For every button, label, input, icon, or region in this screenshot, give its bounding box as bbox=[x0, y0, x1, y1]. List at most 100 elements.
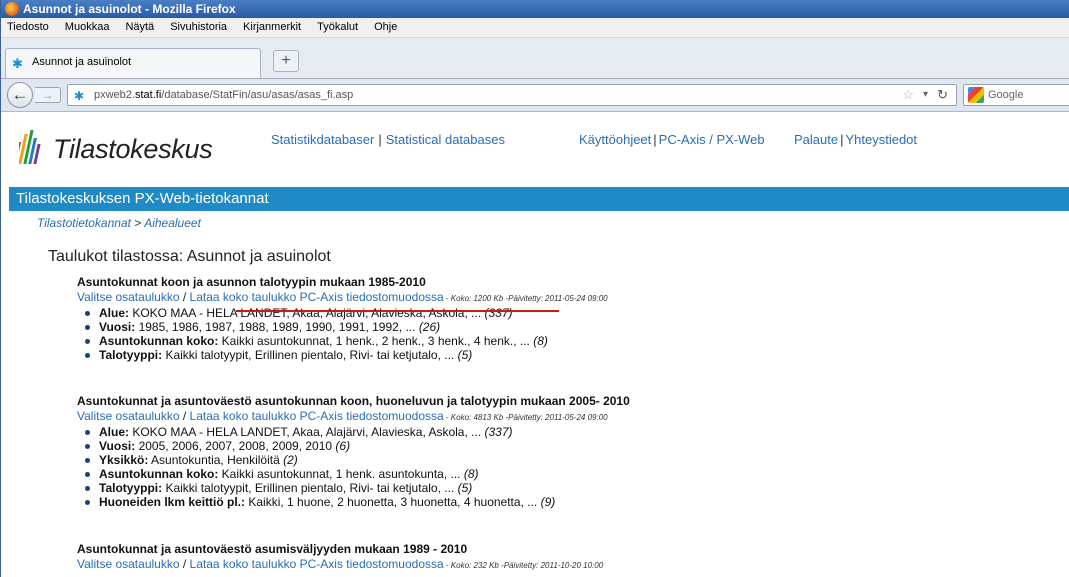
breadcrumb-aihealueet[interactable]: Aihealueet bbox=[144, 216, 201, 230]
item-text: Asuntokuntia, Henkilöitä bbox=[148, 453, 284, 467]
download-pcaxis-link[interactable]: Lataa koko taulukko PC-Axis tiedostomuod… bbox=[190, 409, 444, 423]
download-pcaxis-link[interactable]: Lataa koko taulukko PC-Axis tiedostomuod… bbox=[190, 290, 444, 304]
section-links: Valitse osataulukko / Lataa koko taulukk… bbox=[77, 557, 603, 573]
separator: | bbox=[653, 132, 657, 147]
item-label: Talotyyppi: bbox=[99, 481, 163, 495]
reload-icon[interactable]: ↻ bbox=[937, 85, 948, 105]
item-label: Vuosi: bbox=[99, 320, 136, 334]
section-title: Asuntokunnat ja asuntoväestö asuntokunna… bbox=[77, 394, 630, 408]
list-item: Alue: KOKO MAA - HELA LANDET, Akaa, Alaj… bbox=[85, 306, 608, 320]
section-links: Valitse osataulukko / Lataa koko taulukk… bbox=[77, 290, 608, 306]
item-label: Yksikkö: bbox=[99, 453, 149, 467]
top-links-db: Statistikdatabaser | Statistical databases bbox=[271, 132, 505, 147]
url-bar[interactable]: ✱ pxweb2.stat.fi/database/StatFin/asu/as… bbox=[67, 84, 957, 106]
navigation-bar: ← → ✱ pxweb2.stat.fi/database/StatFin/as… bbox=[1, 79, 1069, 112]
url-domain: stat.fi bbox=[134, 89, 162, 101]
item-count: (6) bbox=[335, 439, 351, 453]
link-palaute[interactable]: Palaute bbox=[794, 132, 838, 147]
link-kayttoohjeet[interactable]: Käyttöohjeet bbox=[579, 132, 651, 147]
menu-tools[interactable]: Työkalut bbox=[317, 18, 358, 37]
list-item: Asuntokunnan koko: Kaikki asuntokunnat, … bbox=[85, 467, 630, 481]
logo-bars-icon bbox=[19, 130, 41, 164]
item-text: 2005, 2006, 2007, 2008, 2009, 2010 bbox=[135, 439, 336, 453]
logo-text: Tilastokeskus bbox=[53, 134, 213, 164]
item-label: Asuntokunnan koko: bbox=[99, 334, 219, 348]
top-links-help: Käyttöohjeet | PC-Axis / PX-Web bbox=[579, 132, 765, 147]
browser-window: Asunnot ja asuinolot - Mozilla Firefox T… bbox=[0, 0, 1069, 577]
item-text: KOKO MAA - HELA LANDET, Akaa, Alajärvi, … bbox=[129, 306, 485, 320]
item-label: Talotyyppi: bbox=[99, 348, 163, 362]
item-count: (26) bbox=[418, 320, 441, 334]
page-title: Taulukot tilastossa: Asunnot ja asuinolo… bbox=[48, 248, 331, 265]
item-text: Kaikki talotyypit, Erillinen pientalo, R… bbox=[162, 481, 458, 495]
section-title: Asuntokunnat koon ja asunnon talotyypin … bbox=[77, 275, 426, 289]
item-label: Vuosi: bbox=[99, 439, 136, 453]
select-subtable-link[interactable]: Valitse osataulukko bbox=[77, 290, 180, 304]
item-text: Kaikki talotyypit, Erillinen pientalo, R… bbox=[162, 348, 458, 362]
list-item: Vuosi: 1985, 1986, 1987, 1988, 1989, 199… bbox=[85, 320, 608, 334]
item-text: Kaikki asuntokunnat, 1 henk., 2 henk., 3… bbox=[218, 334, 534, 348]
link-pcaxis[interactable]: PC-Axis / PX-Web bbox=[659, 132, 765, 147]
link-yhteystiedot[interactable]: Yhteystiedot bbox=[845, 132, 917, 147]
list-item: Asuntokunnan koko: Kaikki asuntokunnat, … bbox=[85, 334, 608, 348]
list-item: Vuosi: 2005, 2006, 2007, 2008, 2009, 201… bbox=[85, 439, 630, 453]
title-bar: Asunnot ja asuinolot - Mozilla Firefox bbox=[1, 0, 1069, 18]
firefox-icon bbox=[5, 2, 19, 16]
red-highlight-underline bbox=[236, 310, 559, 312]
link-statistikdatabaser[interactable]: Statistikdatabaser bbox=[271, 132, 374, 147]
download-pcaxis-link[interactable]: Lataa koko taulukko PC-Axis tiedostomuod… bbox=[190, 557, 444, 571]
forward-button[interactable]: → bbox=[35, 87, 61, 103]
page-banner: Tilastokeskuksen PX-Web-tietokannat bbox=[9, 187, 1069, 211]
item-count: (337) bbox=[484, 306, 513, 320]
item-text: KOKO MAA - HELA LANDET, Akaa, Alajärvi, … bbox=[129, 425, 485, 439]
new-tab-button[interactable]: + bbox=[273, 50, 299, 72]
link-separator: / bbox=[179, 409, 190, 423]
item-count: (8) bbox=[533, 334, 548, 348]
variable-list: Alue: KOKO MAA - HELA LANDET, Akaa, Alaj… bbox=[77, 306, 608, 362]
page-content: Tilastokeskus Statistikdatabaser | Statist… bbox=[1, 112, 1069, 577]
tab-asunnot[interactable]: ✱ Asunnot ja asuinolot bbox=[5, 48, 261, 78]
search-box[interactable]: Google bbox=[963, 84, 1069, 106]
bookmark-star-icon[interactable]: ☆ bbox=[902, 85, 914, 105]
item-label: Huoneiden lkm keittiö pl.: bbox=[99, 495, 246, 509]
menu-bookmarks[interactable]: Kirjanmerkit bbox=[243, 18, 301, 37]
item-label: Alue: bbox=[99, 425, 129, 439]
select-subtable-link[interactable]: Valitse osataulukko bbox=[77, 409, 180, 423]
tab-label: Asunnot ja asuinolot bbox=[32, 56, 132, 68]
separator: | bbox=[840, 132, 844, 147]
item-count: (8) bbox=[463, 467, 479, 481]
url-prefix: pxweb2. bbox=[94, 89, 135, 101]
item-count: (5) bbox=[457, 348, 473, 362]
url-path: /database/StatFin/asu/asas/asas_fi.asp bbox=[161, 89, 354, 101]
breadcrumb-separator: > bbox=[134, 216, 142, 230]
menu-help[interactable]: Ohje bbox=[374, 18, 397, 37]
back-button[interactable]: ← bbox=[7, 82, 33, 108]
list-item: Alue: KOKO MAA - HELA LANDET, Akaa, Alaj… bbox=[85, 425, 630, 439]
link-separator: / bbox=[179, 557, 190, 571]
url-dropdown-icon[interactable]: ▾ bbox=[923, 85, 928, 105]
table-section: Asuntokunnat ja asuntoväestö asumisväljy… bbox=[77, 542, 603, 573]
banner-title: Tilastokeskuksen PX-Web-tietokannat bbox=[16, 190, 269, 207]
site-favicon-icon: ✱ bbox=[74, 89, 85, 103]
list-item: Talotyyppi: Kaikki talotyypit, Erillinen… bbox=[85, 348, 608, 362]
menu-view[interactable]: Näytä bbox=[125, 18, 154, 37]
menu-history[interactable]: Sivuhistoria bbox=[170, 18, 227, 37]
search-placeholder: Google bbox=[988, 89, 1024, 101]
variable-list: Alue: KOKO MAA - HELA LANDET, Akaa, Alaj… bbox=[77, 425, 630, 509]
window-title: Asunnot ja asuinolot - Mozilla Firefox bbox=[23, 2, 236, 16]
item-count: (337) bbox=[484, 425, 513, 439]
file-meta: - Koko: 4813 Kb -Päivitetty: 2011-05-24 … bbox=[443, 413, 608, 422]
menu-file[interactable]: Tiedosto bbox=[7, 18, 49, 37]
item-count: (2) bbox=[283, 453, 298, 467]
menu-bar: Tiedosto Muokkaa Näytä Sivuhistoria Kirjanme… bbox=[1, 18, 1069, 38]
link-statistical-databases[interactable]: Statistical databases bbox=[386, 132, 505, 147]
table-section: Asuntokunnat koon ja asunnon talotyypin … bbox=[77, 275, 608, 362]
breadcrumb-tilastotietokannat[interactable]: Tilastotietokannat bbox=[37, 216, 131, 230]
select-subtable-link[interactable]: Valitse osataulukko bbox=[77, 557, 180, 571]
table-section: Asuntokunnat ja asuntoväestö asuntokunna… bbox=[77, 394, 630, 509]
item-count: (9) bbox=[540, 495, 556, 509]
link-separator: / bbox=[179, 290, 190, 304]
item-text: Kaikki, 1 huone, 2 huonetta, 3 huonetta,… bbox=[245, 495, 541, 509]
menu-edit[interactable]: Muokkaa bbox=[65, 18, 110, 37]
file-meta: - Koko: 1200 Kb -Päivitetty: 2011-05-24 … bbox=[443, 294, 608, 303]
